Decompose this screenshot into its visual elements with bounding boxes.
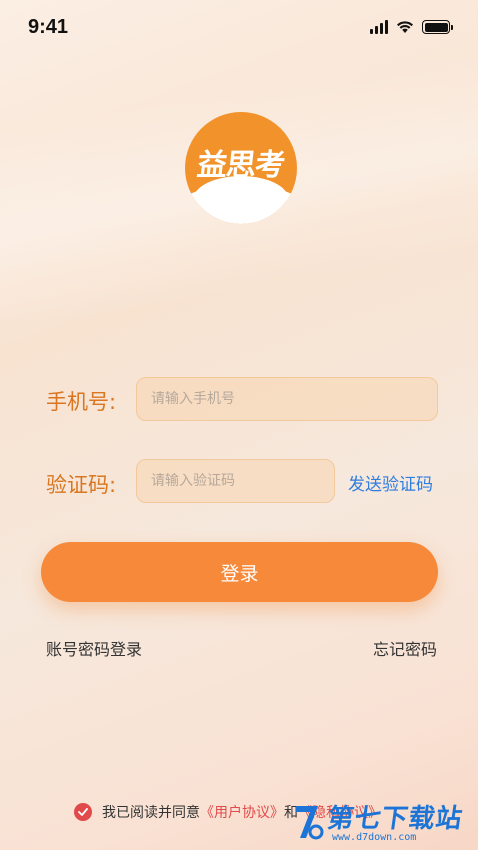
watermark-title: 第七下载站 <box>325 804 465 834</box>
agreement-prefix: 我已阅读并同意 <box>102 805 200 821</box>
login-button[interactable]: 登录 <box>41 542 438 602</box>
verification-code-input[interactable] <box>151 473 320 489</box>
cellular-signal-icon <box>370 20 388 34</box>
forgot-password-link[interactable]: 忘记密码 <box>373 636 437 660</box>
password-login-link[interactable]: 账号密码登录 <box>46 636 142 660</box>
status-time: 9:41 <box>28 15 69 38</box>
watermark-logo-icon <box>296 806 324 840</box>
watermark: 第七下载站 www.d7down.com <box>292 796 478 850</box>
status-icons <box>370 20 453 34</box>
code-label: 验证码: <box>46 473 117 497</box>
battery-icon <box>422 20 453 34</box>
send-code-button[interactable]: 发送验证码 <box>348 470 433 495</box>
watermark-url: www.d7down.com <box>332 832 417 843</box>
user-agreement-link[interactable]: 《用户协议》 <box>200 802 284 822</box>
phone-label: 手机号: <box>46 390 117 414</box>
phone-field-container[interactable] <box>136 377 438 421</box>
book-icon <box>185 176 297 224</box>
agreement-checkbox[interactable] <box>74 803 92 821</box>
status-bar: 9:41 <box>0 0 478 54</box>
app-logo: 益思考 <box>185 112 297 224</box>
phone-input[interactable] <box>151 391 423 407</box>
wifi-icon <box>397 21 413 33</box>
checkmark-icon <box>78 808 88 816</box>
code-field-container[interactable] <box>136 459 335 503</box>
